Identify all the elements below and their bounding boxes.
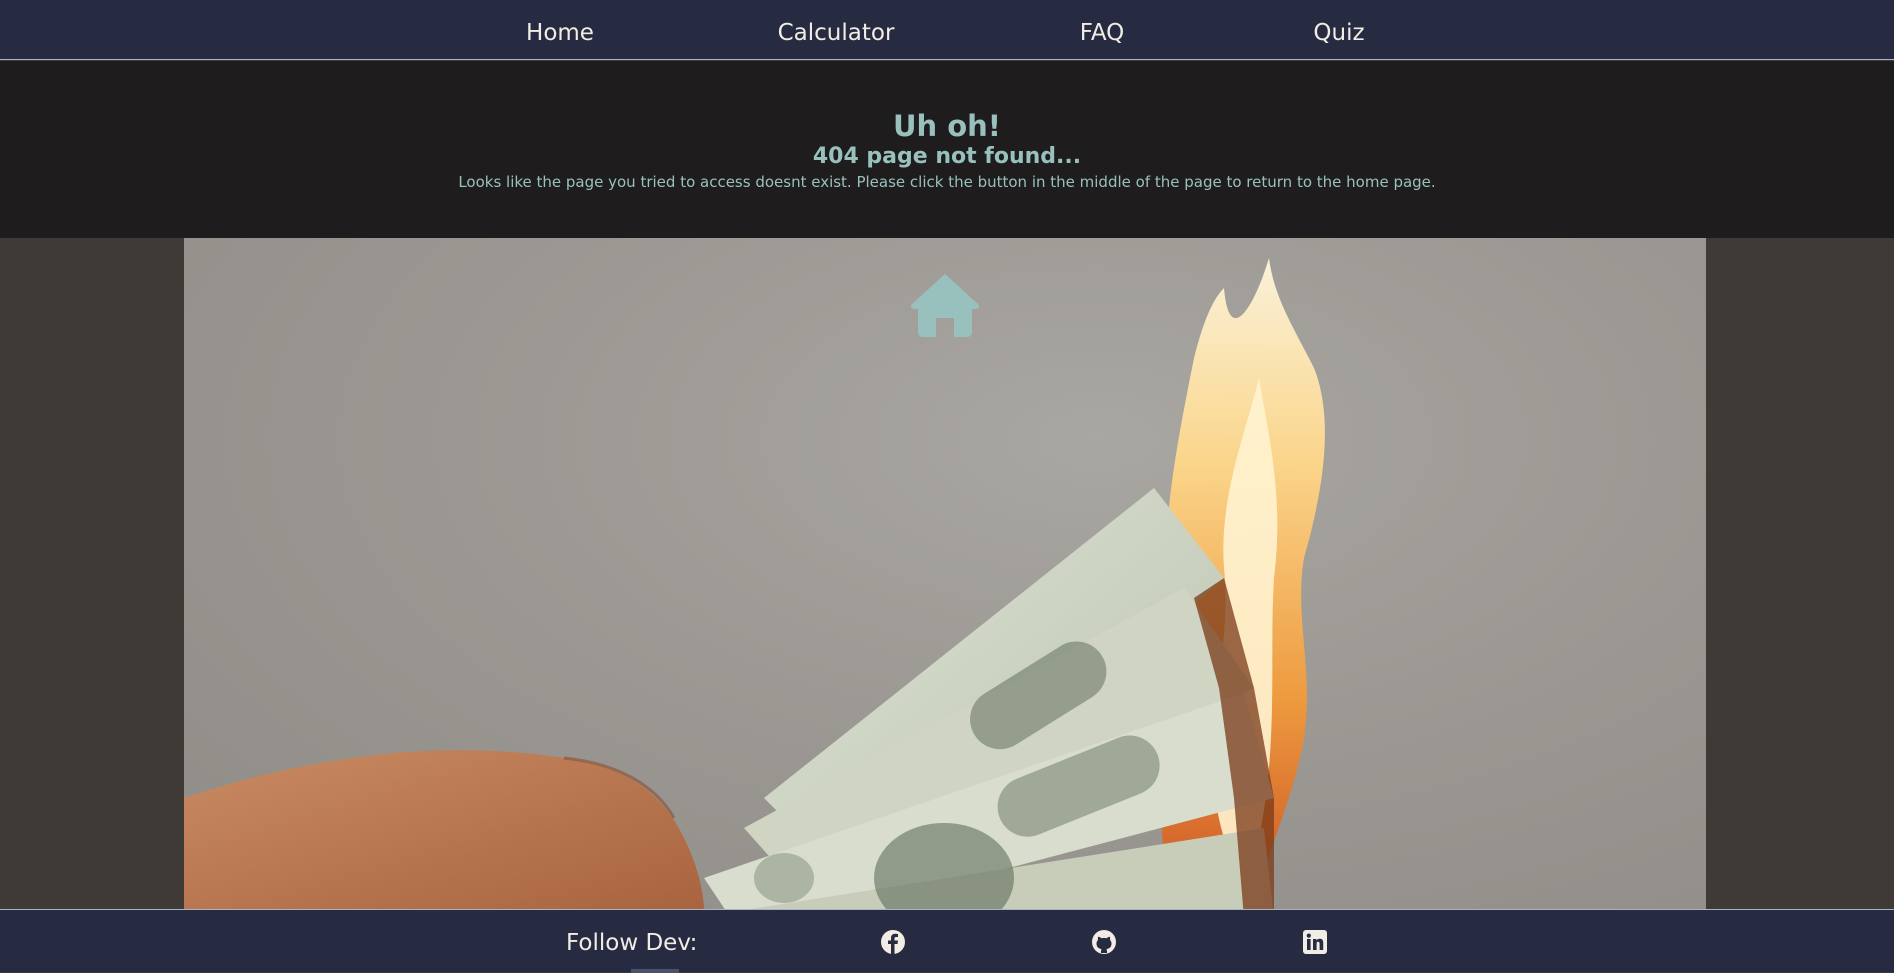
- error-header: Uh oh! 404 page not found... Looks like …: [0, 61, 1894, 238]
- facebook-icon: [881, 930, 905, 954]
- navbar: Home Calculator FAQ Quiz: [0, 0, 1894, 60]
- error-message: Looks like the page you tried to access …: [458, 173, 1436, 191]
- burning-money-illustration: [184, 258, 1325, 909]
- github-link[interactable]: [1091, 929, 1117, 955]
- linkedin-link[interactable]: [1302, 929, 1328, 955]
- home-button[interactable]: [908, 272, 982, 338]
- nav-link-calculator[interactable]: Calculator: [778, 0, 895, 60]
- error-subtitle: 404 page not found...: [812, 144, 1082, 169]
- page-title: Uh oh!: [892, 109, 1002, 143]
- nav-link-home[interactable]: Home: [526, 0, 594, 60]
- follow-dev-label: Follow Dev:: [566, 930, 698, 956]
- nav-link-quiz[interactable]: Quiz: [1313, 0, 1364, 60]
- facebook-link[interactable]: [880, 929, 906, 955]
- github-icon: [1092, 930, 1116, 954]
- footer-divider: [631, 969, 679, 973]
- nav-link-faq[interactable]: FAQ: [1080, 0, 1125, 60]
- home-icon: [910, 274, 980, 337]
- burning-money-photo: [184, 238, 1706, 909]
- linkedin-icon: [1303, 930, 1327, 954]
- dollar-bills: [704, 488, 1274, 909]
- footer: Follow Dev:: [0, 909, 1894, 973]
